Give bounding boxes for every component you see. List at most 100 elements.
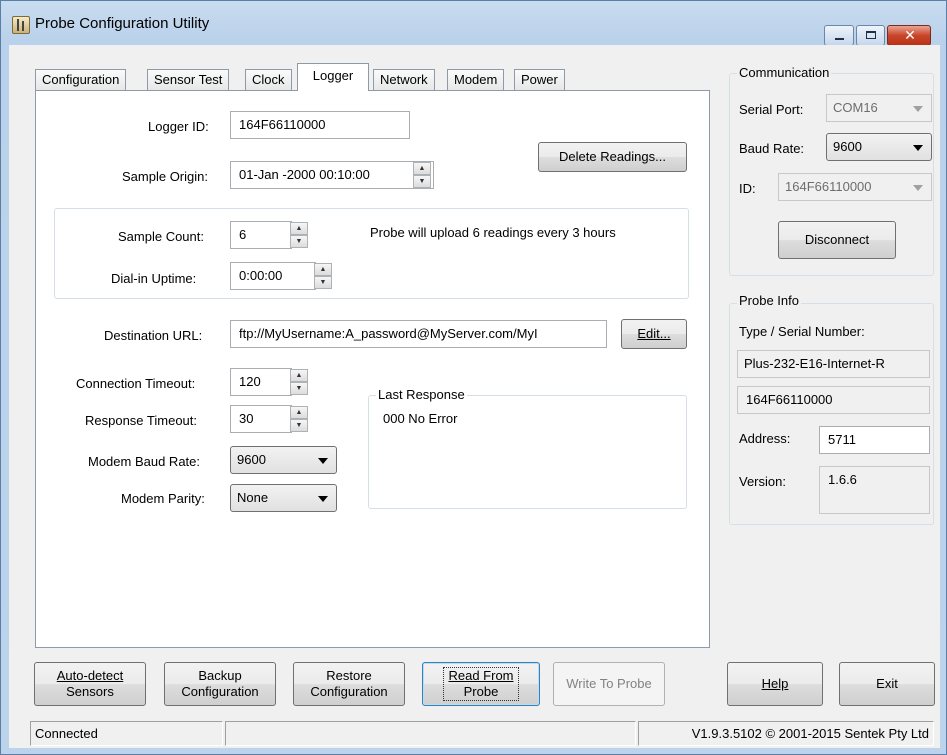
logger-id-label: Logger ID: bbox=[148, 119, 209, 134]
baud-rate-combo[interactable]: 9600 bbox=[826, 133, 932, 161]
dialin-uptime-spinner[interactable]: ▲ ▼ bbox=[314, 262, 332, 290]
tab-configuration[interactable]: Configuration bbox=[35, 69, 127, 91]
tab-clock[interactable]: Clock bbox=[245, 69, 292, 91]
spin-up-icon[interactable]: ▲ bbox=[290, 369, 308, 382]
serial-port-combo[interactable]: COM16 bbox=[826, 94, 932, 122]
spin-up-icon[interactable]: ▲ bbox=[314, 263, 332, 276]
logger-id-field[interactable]: 164F66110000 bbox=[230, 111, 410, 139]
backup-line1: Backup bbox=[198, 668, 242, 683]
disconnect-button[interactable]: Disconnect bbox=[778, 221, 896, 259]
communication-title: Communication bbox=[737, 65, 832, 80]
write-to-probe-button[interactable]: Write To Probe bbox=[553, 662, 665, 706]
address-label: Address: bbox=[739, 431, 791, 446]
window-title: Probe Configuration Utility bbox=[35, 15, 210, 32]
version-field: 1.6.6 bbox=[819, 466, 930, 514]
backup-configuration-button[interactable]: Backup Configuration bbox=[164, 662, 276, 706]
serial-port-label: Serial Port: bbox=[739, 102, 804, 117]
edit-url-label: Edit... bbox=[637, 326, 671, 341]
read-line1: Read From bbox=[448, 668, 514, 683]
backup-line2: Configuration bbox=[181, 684, 259, 699]
close-window-button[interactable]: ✕ bbox=[887, 25, 931, 46]
autodetect-line2: Sensors bbox=[66, 684, 114, 699]
modem-parity-value: None bbox=[237, 490, 269, 505]
minimize-button[interactable] bbox=[824, 25, 854, 46]
help-button[interactable]: Help bbox=[727, 662, 823, 706]
close-icon: ✕ bbox=[904, 27, 916, 43]
probe-serial-field: 164F66110000 bbox=[737, 386, 930, 414]
spin-up-icon[interactable]: ▲ bbox=[413, 162, 431, 175]
modem-baud-combo[interactable]: 9600 bbox=[230, 446, 337, 474]
address-field[interactable]: 5711 bbox=[819, 426, 930, 454]
version-label: Version: bbox=[739, 474, 786, 489]
chevron-down-icon bbox=[318, 458, 328, 464]
response-timeout-field[interactable]: 30 bbox=[230, 405, 292, 433]
title-bar[interactable]: Probe Configuration Utility ✕ bbox=[1, 1, 946, 46]
restore-configuration-button[interactable]: Restore Configuration bbox=[293, 662, 405, 706]
status-connection: Connected bbox=[30, 721, 223, 746]
spin-down-icon[interactable]: ▼ bbox=[290, 419, 308, 432]
modem-baud-value: 9600 bbox=[237, 452, 266, 467]
type-serial-label: Type / Serial Number: bbox=[739, 324, 865, 339]
id-combo[interactable]: 164F66110000 bbox=[778, 173, 932, 201]
spin-up-icon[interactable]: ▲ bbox=[290, 222, 308, 235]
baud-rate-value: 9600 bbox=[833, 139, 862, 154]
tab-logger[interactable]: Logger bbox=[297, 63, 369, 91]
dialin-uptime-label: Dial-in Uptime: bbox=[111, 271, 197, 286]
tab-power[interactable]: Power bbox=[514, 69, 565, 91]
maximize-icon bbox=[866, 31, 876, 39]
modem-parity-combo[interactable]: None bbox=[230, 484, 337, 512]
sample-origin-spinner[interactable]: ▲ ▼ bbox=[413, 161, 431, 189]
read-line2: Probe bbox=[463, 684, 499, 699]
tab-sensor-test[interactable]: Sensor Test bbox=[147, 69, 230, 91]
last-response-title: Last Response bbox=[376, 387, 467, 402]
chevron-down-icon bbox=[318, 496, 328, 502]
id-value: 164F66110000 bbox=[785, 179, 872, 194]
response-timeout-spinner[interactable]: ▲ ▼ bbox=[290, 405, 308, 433]
help-label: Help bbox=[761, 676, 789, 691]
serial-port-value: COM16 bbox=[833, 100, 878, 115]
probe-info-title: Probe Info bbox=[737, 293, 801, 308]
spin-down-icon[interactable]: ▼ bbox=[290, 235, 308, 248]
sample-origin-field[interactable]: 01-Jan -2000 00:10:00 bbox=[230, 161, 434, 189]
connection-timeout-spinner[interactable]: ▲ ▼ bbox=[290, 368, 308, 396]
destination-url-label: Destination URL: bbox=[104, 328, 203, 343]
minimize-icon bbox=[835, 38, 844, 40]
upload-info-text: Probe will upload 6 readings every 3 hou… bbox=[370, 225, 616, 240]
baud-rate-label: Baud Rate: bbox=[739, 141, 805, 156]
status-middle bbox=[225, 721, 636, 746]
edit-url-button[interactable]: Edit... bbox=[621, 319, 687, 349]
modem-baud-label: Modem Baud Rate: bbox=[88, 454, 201, 469]
chevron-down-icon bbox=[913, 185, 923, 191]
probe-app-icon bbox=[12, 16, 30, 34]
response-timeout-label: Response Timeout: bbox=[85, 413, 198, 428]
id-label: ID: bbox=[739, 181, 756, 196]
destination-url-field[interactable]: ftp://MyUsername:A_password@MyServer.com… bbox=[230, 320, 607, 348]
spin-down-icon[interactable]: ▼ bbox=[290, 382, 308, 395]
sample-count-spinner[interactable]: ▲ ▼ bbox=[290, 221, 308, 249]
last-response-text: 000 No Error bbox=[383, 411, 458, 426]
status-version: V1.9.3.5102 © 2001-2015 Sentek Pty Ltd bbox=[638, 721, 934, 746]
application-window: Probe Configuration Utility ✕ Configurat… bbox=[0, 0, 947, 755]
sample-count-field[interactable]: 6 bbox=[230, 221, 292, 249]
chevron-down-icon bbox=[913, 106, 923, 112]
probe-type-field: Plus-232-E16-Internet-R bbox=[737, 350, 930, 378]
restore-line1: Restore bbox=[326, 668, 372, 683]
autodetect-sensors-button[interactable]: Auto-detect Sensors bbox=[34, 662, 146, 706]
tab-modem[interactable]: Modem bbox=[447, 69, 505, 91]
spin-down-icon[interactable]: ▼ bbox=[413, 175, 431, 188]
spin-up-icon[interactable]: ▲ bbox=[290, 406, 308, 419]
dialin-uptime-field[interactable]: 0:00:00 bbox=[230, 262, 316, 290]
exit-button[interactable]: Exit bbox=[839, 662, 935, 706]
read-from-probe-button[interactable]: Read From Probe bbox=[422, 662, 540, 706]
maximize-button[interactable] bbox=[856, 25, 885, 46]
autodetect-line1: Auto-detect bbox=[56, 668, 124, 683]
connection-timeout-field[interactable]: 120 bbox=[230, 368, 292, 396]
delete-readings-button[interactable]: Delete Readings... bbox=[538, 142, 687, 172]
read-from-probe-label: Read From Probe bbox=[443, 667, 519, 701]
sample-count-label: Sample Count: bbox=[118, 229, 204, 244]
tab-network[interactable]: Network bbox=[373, 69, 435, 91]
restore-line2: Configuration bbox=[310, 684, 388, 699]
connection-timeout-label: Connection Timeout: bbox=[76, 376, 196, 391]
modem-parity-label: Modem Parity: bbox=[121, 491, 205, 506]
spin-down-icon[interactable]: ▼ bbox=[314, 276, 332, 289]
